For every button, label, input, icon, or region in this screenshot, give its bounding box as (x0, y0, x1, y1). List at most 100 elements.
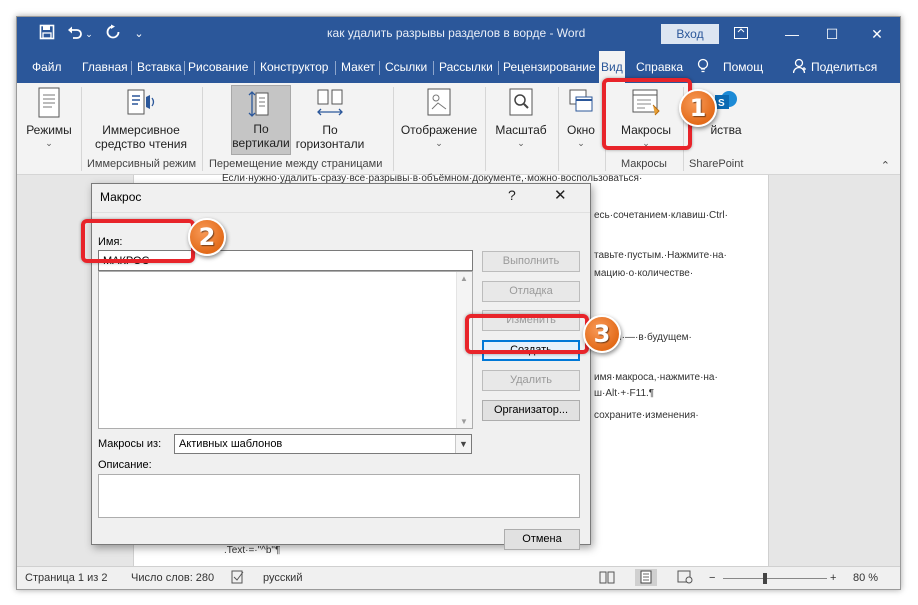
immersive-reader-label-2: средство чтения (95, 137, 187, 151)
immersive-reader-button[interactable]: Иммерсивное средство чтения (91, 87, 191, 151)
vertical-scroll-button[interactable]: По вертикали (231, 85, 291, 155)
immersive-reader-label-1: Иммерсивное (102, 123, 180, 137)
macros-from-label: Макросы из: (98, 438, 162, 450)
tab-insert[interactable]: Вставка (137, 60, 182, 74)
doc-line: тавьте·пустым.·Нажмите·на· (594, 250, 727, 261)
immersive-reader-icon (127, 89, 155, 115)
modes-button[interactable]: Режимы ⌄ (23, 87, 75, 149)
share-person-icon[interactable] (792, 58, 807, 77)
horizontal-pages-icon (317, 89, 343, 116)
tab-home[interactable]: Главная (82, 60, 128, 74)
tab-references[interactable]: Ссылки (385, 60, 427, 74)
highlight-macros (602, 78, 692, 150)
doc-line: .Text·=·"^b"¶ (224, 545, 281, 556)
ribbon-view: Режимы ⌄ Иммерсивное средство чтения По … (17, 83, 900, 175)
word-window: ⌄ ⌄ как удалить разрывы разделов в ворде… (16, 16, 901, 590)
horizontal-scroll-button[interactable]: По горизонтали (295, 87, 365, 151)
step-badge-3: 3 (583, 315, 621, 353)
tab-draw[interactable]: Рисование (188, 60, 248, 74)
tell-me-search[interactable]: Помощ (723, 60, 763, 74)
word-count[interactable]: Число слов: 280 (131, 572, 214, 584)
properties-label: йства (710, 123, 742, 137)
window-button[interactable]: Окно ⌄ (561, 87, 601, 149)
web-layout-icon[interactable] (677, 570, 693, 587)
organizer-button[interactable]: Организатор... (482, 400, 580, 421)
step-badge-2: 2 (188, 218, 226, 256)
description-label: Описание: (98, 459, 152, 471)
maximize-icon[interactable]: ☐ (817, 23, 847, 45)
zoom-slider-thumb[interactable] (763, 573, 767, 584)
proofing-icon[interactable] (231, 570, 245, 587)
macros-from-select[interactable]: Активных шаблонов ▼ (174, 434, 472, 454)
undo-dropdown-icon[interactable]: ⌄ (83, 24, 95, 44)
zoom-slider-track[interactable] (723, 578, 827, 579)
scroll-down-icon[interactable]: ▼ (460, 417, 468, 426)
save-icon[interactable] (37, 24, 57, 44)
step-badge-1: 1 (679, 89, 717, 127)
read-mode-icon[interactable] (599, 570, 615, 587)
login-button[interactable]: Вход (661, 24, 719, 44)
tab-mailings[interactable]: Рассылки (439, 60, 493, 74)
display-label: Отображение (400, 123, 478, 137)
customize-toolbar-icon[interactable]: ⌄ (129, 24, 149, 44)
language-indicator[interactable]: русский (263, 572, 302, 584)
document-modes-icon (38, 87, 60, 118)
redo-icon[interactable] (103, 24, 123, 44)
document-title: как удалить разрывы разделов в ворде - W… (327, 26, 586, 40)
collapse-ribbon-icon[interactable]: ⌃ (881, 159, 890, 172)
scroll-up-icon[interactable]: ▲ (460, 274, 468, 283)
share-button[interactable]: Поделиться (811, 60, 877, 74)
doc-line: есь·сочетанием·клавиш·Ctrl· (594, 210, 728, 221)
group-immersive-label: Иммерсивный режим (87, 158, 197, 170)
group-sharepoint-label: SharePoint (689, 158, 744, 170)
delete-button[interactable]: Удалить (482, 370, 580, 391)
doc-line: сохраните·изменения· (594, 410, 699, 421)
horizontal-label-1: По (322, 123, 338, 137)
modes-label: Режимы (26, 123, 72, 137)
dialog-title: Макрос (100, 190, 142, 204)
vertical-pages-icon (248, 91, 269, 117)
zoom-in-button[interactable]: + (830, 572, 836, 584)
description-box (98, 474, 580, 518)
chevron-down-icon: ⌄ (435, 138, 443, 148)
chevron-down-icon: ⌄ (517, 138, 525, 148)
zoom-out-button[interactable]: − (709, 572, 715, 584)
ribbon-display-icon[interactable] (726, 23, 756, 45)
window-icon (569, 89, 593, 112)
tab-file[interactable]: Файл (32, 60, 62, 74)
horizontal-label-2: горизонтали (295, 137, 365, 151)
macro-list[interactable]: ▲ ▼ (98, 271, 473, 429)
print-layout-icon[interactable] (635, 569, 657, 586)
macros-from-value: Активных шаблонов (179, 438, 283, 450)
display-button[interactable]: Отображение ⌄ (397, 87, 481, 149)
undo-icon[interactable] (65, 24, 85, 44)
tab-design[interactable]: Конструктор (260, 60, 328, 74)
doc-line: ш·Alt·+·F11.¶ (594, 388, 655, 399)
zoom-level[interactable]: 80 % (853, 572, 878, 584)
doc-line: мацию·о·количестве· (594, 268, 694, 279)
zoom-label: Масштаб (495, 123, 547, 137)
lightbulb-icon[interactable] (697, 58, 709, 77)
chevron-down-icon: ⌄ (45, 138, 53, 148)
run-button[interactable]: Выполнить (482, 251, 580, 272)
step-into-button[interactable]: Отладка (482, 281, 580, 302)
cancel-button[interactable]: Отмена (504, 529, 580, 550)
sharepoint-icon: S (715, 91, 737, 109)
chevron-down-icon[interactable]: ▼ (455, 435, 471, 453)
tab-help[interactable]: Справка (636, 60, 683, 74)
doc-line: имя·макроса,·нажмите·на· (594, 372, 718, 383)
status-bar: Страница 1 из 2 Число слов: 280 русский … (17, 566, 900, 589)
magnifier-icon (509, 88, 533, 116)
page-count[interactable]: Страница 1 из 2 (25, 572, 107, 584)
group-macros-label: Макросы (621, 158, 667, 170)
minimize-icon[interactable]: — (777, 23, 807, 45)
zoom-button[interactable]: Масштаб ⌄ (489, 87, 553, 149)
help-button[interactable]: ? (508, 187, 516, 203)
vertical-label-2: вертикали (232, 136, 290, 150)
display-icon (427, 88, 451, 116)
tab-review[interactable]: Рецензирование (503, 60, 596, 74)
tab-layout[interactable]: Макет (341, 60, 375, 74)
close-button[interactable]: ✕ (554, 186, 567, 204)
window-label: Окно (567, 123, 595, 137)
close-icon[interactable]: ✕ (862, 23, 892, 45)
